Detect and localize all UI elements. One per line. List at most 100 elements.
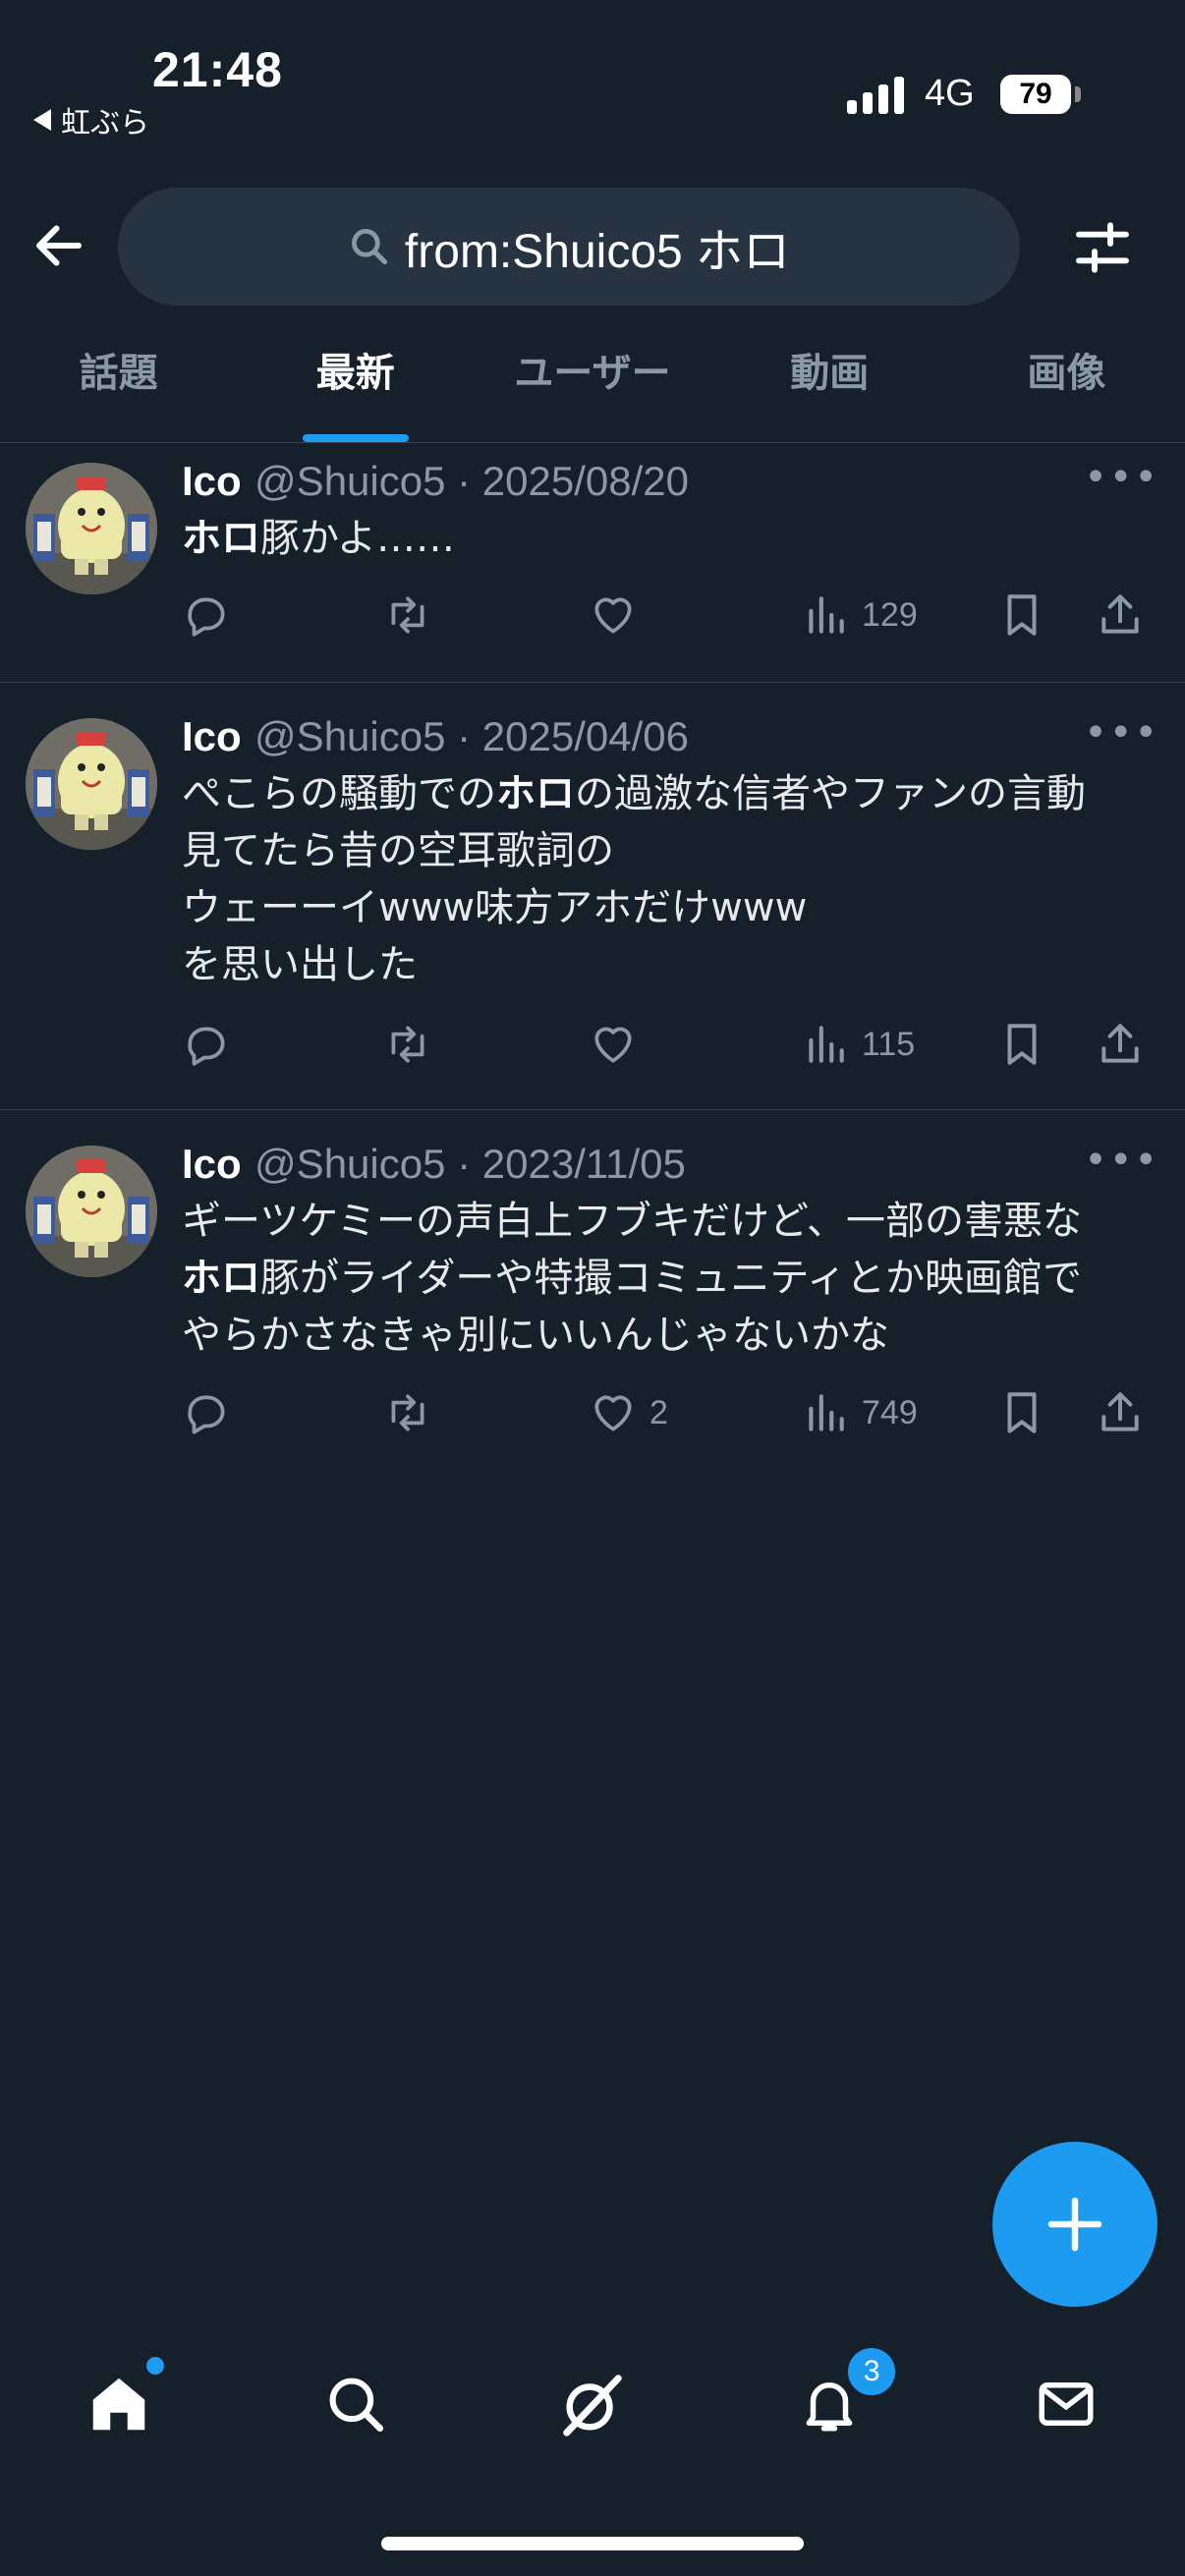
nav-home[interactable]	[80, 2357, 164, 2443]
reply-icon	[188, 597, 225, 637]
status-bar: 21:48 虹ぶら 4G 79	[0, 0, 1185, 147]
back-triangle-icon	[33, 109, 51, 131]
avatar[interactable]	[26, 1146, 157, 1277]
share-icon	[1101, 1392, 1139, 1431]
bottom-navigation: 3	[0, 2330, 1185, 2478]
tweet-header: Ico @Shuico5 · 2025/08/20	[182, 458, 690, 504]
tweet-text: ホロ豚かよ……	[182, 510, 1159, 567]
bookmark-icon	[1007, 1024, 1037, 1065]
tweet-header: Ico @Shuico5 · 2025/04/06	[182, 713, 690, 759]
reply-icon	[188, 1027, 225, 1066]
search-highlight: ホロ	[496, 771, 575, 816]
nav-notifications[interactable]: 3	[790, 2345, 899, 2443]
tweet-item[interactable]: Ico @Shuico5 · 2025/04/06 ••• ぺこらの騒動でのホロ…	[0, 683, 1185, 1110]
tweet-text-line: やらかさなきゃ別にいいんじゃないかな	[182, 1307, 1159, 1364]
retweet-icon	[391, 596, 424, 634]
tweet-header: Ico @Shuico5 · 2023/11/05	[182, 1141, 686, 1187]
tweet-author-handle: @Shuico5	[254, 713, 446, 759]
nav-search[interactable]	[316, 2365, 395, 2443]
retweet-button[interactable]	[383, 1015, 444, 1074]
tweet-author-name[interactable]: Ico	[182, 713, 242, 759]
back-to-app-link[interactable]: 虹ぶら	[33, 98, 149, 141]
tweet-text-segment: ぺこらの騒動での	[182, 771, 496, 816]
heart-icon	[594, 597, 632, 634]
share-button[interactable]	[1096, 586, 1145, 644]
tweet-text: ギーツケミーの声白上フブキだけど、一部の害悪なホロ豚がライダーや特撮コミュニティ…	[182, 1193, 1159, 1364]
like-button[interactable]	[589, 1015, 649, 1074]
home-indicator	[381, 2537, 804, 2550]
tweet-author-handle: @Shuico5	[254, 458, 446, 504]
tweet-actions: 115	[182, 1015, 1159, 1074]
network-type: 4G	[925, 73, 975, 114]
tweet-item[interactable]: Ico @Shuico5 · 2023/11/05 ••• ギーツケミーの声白上…	[0, 1110, 1185, 1474]
views-button[interactable]: 749	[801, 1383, 918, 1442]
search-filter-icon[interactable]	[1071, 216, 1134, 279]
share-icon	[1101, 1024, 1139, 1063]
nav-messages[interactable]	[1027, 2365, 1105, 2443]
tweet-text-line: ぺこらの騒動でのホロの過激な信者やファンの言動	[182, 765, 1159, 822]
share-button[interactable]	[1096, 1015, 1145, 1074]
more-options-icon[interactable]: •••	[1084, 455, 1159, 500]
compose-button[interactable]	[992, 2142, 1157, 2307]
avatar[interactable]	[26, 463, 157, 594]
tweet-text-line: 見てたら昔の空耳歌詞の	[182, 822, 1159, 879]
tweet-text-line: ホロ豚かよ……	[182, 510, 1159, 567]
reply-button[interactable]	[182, 1015, 243, 1074]
retweet-button[interactable]	[383, 586, 444, 644]
more-options-icon[interactable]: •••	[1084, 710, 1159, 756]
grok-icon	[563, 2375, 622, 2436]
more-options-icon[interactable]: •••	[1084, 1138, 1159, 1183]
tweet-text-line: ホロ豚がライダーや特撮コミュニティとか映画館で	[182, 1250, 1159, 1307]
envelope-icon	[1039, 2382, 1094, 2426]
tweet-text-line: ウェーーイwww味方アホだけwww	[182, 879, 1159, 936]
bookmark-button[interactable]	[997, 1015, 1046, 1074]
like-button[interactable]: 2	[589, 1383, 668, 1442]
retweet-icon	[391, 1394, 424, 1431]
tweet-text-segment: を思い出した	[182, 942, 418, 987]
tab-latest[interactable]: 最新	[237, 324, 474, 442]
heart-icon	[594, 1027, 632, 1063]
unread-dot	[145, 2357, 164, 2375]
plus-icon	[1047, 2197, 1102, 2252]
tweet-actions: 2 749	[182, 1383, 1159, 1442]
like-button[interactable]	[589, 586, 649, 644]
tweet-actions: 129	[182, 586, 1159, 644]
home-icon	[92, 2378, 144, 2431]
tweet-text: ぺこらの騒動でのホロの過激な信者やファンの言動見てたら昔の空耳歌詞のウェーーイw…	[182, 765, 1159, 993]
reply-button[interactable]	[182, 586, 243, 644]
search-tabs: 話題 最新 ユーザー 動画 画像	[0, 324, 1185, 443]
tweet-text-segment: ギーツケミーの声白上フブキだけど、一部の害悪な	[182, 1199, 1082, 1244]
retweet-button[interactable]	[383, 1383, 444, 1442]
tweet-text-line: を思い出した	[182, 936, 1159, 993]
tab-images[interactable]: 画像	[948, 324, 1185, 442]
avatar[interactable]	[26, 718, 157, 850]
nav-grok[interactable]	[553, 2365, 632, 2443]
tweet-item[interactable]: Ico @Shuico5 · 2025/08/20 ••• ホロ豚かよ…… 12…	[0, 443, 1185, 683]
views-button[interactable]: 129	[801, 586, 918, 644]
tab-videos[interactable]: 動画	[711, 324, 948, 442]
tweet-author-name[interactable]: Ico	[182, 458, 242, 504]
bookmark-button[interactable]	[997, 586, 1046, 644]
tweet-text-segment: 見てたら昔の空耳歌詞の	[182, 828, 614, 873]
battery-tip	[1075, 86, 1081, 102]
tab-people[interactable]: ユーザー	[474, 324, 710, 442]
battery-icon: 79	[1000, 75, 1071, 114]
views-chart-icon	[809, 1394, 844, 1431]
bookmark-icon	[1007, 594, 1037, 636]
tweet-date: 2025/04/06	[481, 713, 690, 759]
bookmark-button[interactable]	[997, 1383, 1046, 1442]
notification-badge: 3	[845, 2345, 899, 2398]
tab-top[interactable]: 話題	[0, 324, 237, 442]
share-button[interactable]	[1096, 1383, 1145, 1442]
search-highlight: ホロ	[182, 1256, 260, 1301]
reply-button[interactable]	[182, 1383, 243, 1442]
search-input[interactable]: from:Shuico5 ホロ	[118, 188, 1020, 306]
tweet-author-name[interactable]: Ico	[182, 1141, 242, 1187]
views-button[interactable]: 115	[801, 1015, 915, 1074]
tweet-date: 2023/11/05	[481, 1141, 686, 1187]
tweet-text-segment: 豚かよ……	[260, 516, 455, 561]
search-icon	[329, 2378, 383, 2433]
search-icon	[351, 229, 388, 265]
back-arrow-icon[interactable]	[29, 216, 88, 275]
share-icon	[1101, 594, 1139, 634]
